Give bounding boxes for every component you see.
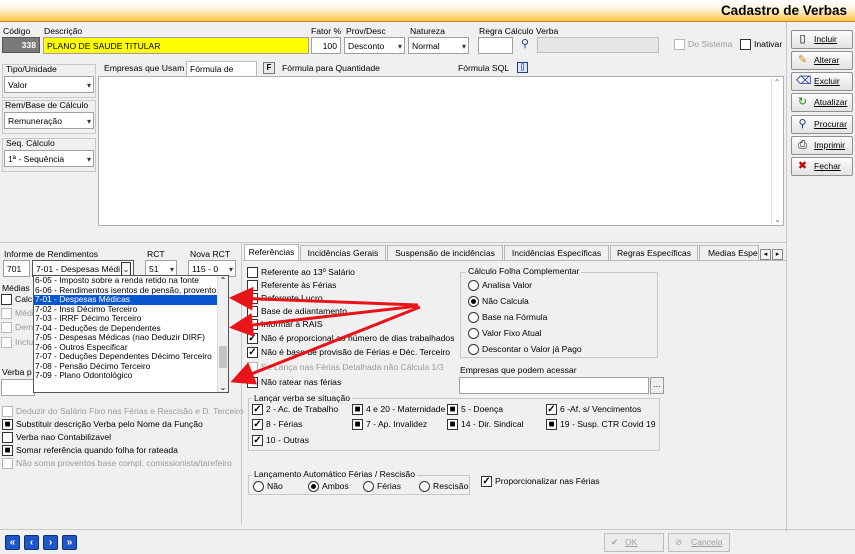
- footer-divider: [0, 529, 855, 530]
- ok-button[interactable]: ✔ OK: [604, 533, 664, 552]
- last-icon[interactable]: »: [62, 535, 77, 550]
- arrow-1: [229, 286, 419, 311]
- cancel-icon: ⊘: [675, 537, 683, 547]
- arrow-2: [229, 304, 419, 337]
- arrow-3: [230, 305, 421, 385]
- check-icon: ✔: [611, 537, 619, 547]
- prev-icon[interactable]: ‹: [24, 535, 39, 550]
- cancel-button[interactable]: ⊘ Cancela: [668, 533, 730, 552]
- annotation-arrows: [229, 286, 421, 385]
- first-icon[interactable]: «: [5, 535, 20, 550]
- next-icon[interactable]: ›: [43, 535, 58, 550]
